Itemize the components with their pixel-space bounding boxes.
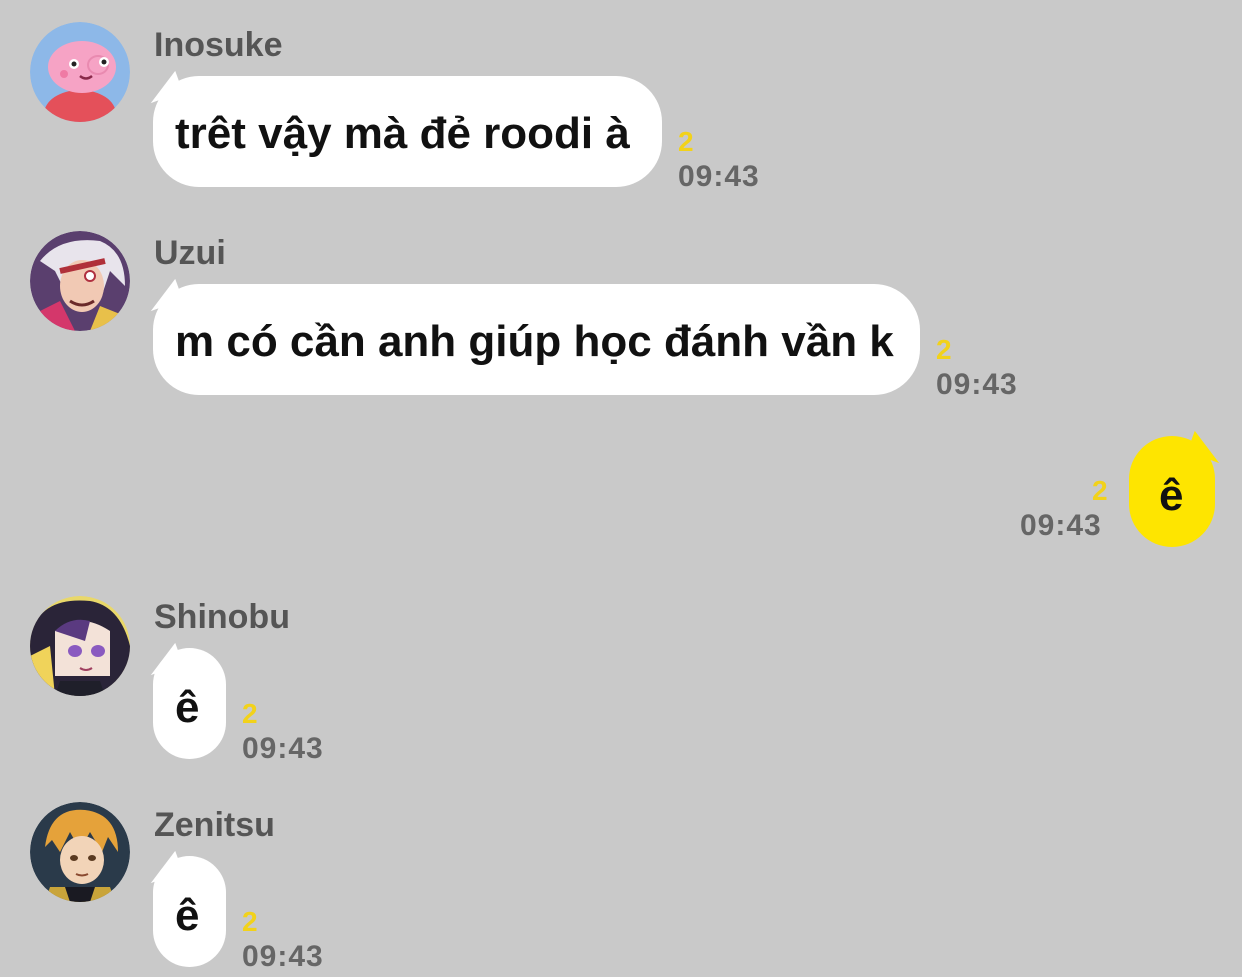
chat-room: Inosuke trêt vậy mà đẻ roodi à 2 09:43 U…: [0, 0, 1242, 977]
message-time: 09:43: [936, 368, 1018, 401]
shinobu-avatar-icon: [30, 596, 130, 696]
sender-name: Inosuke: [154, 26, 283, 64]
shinobu-avatar[interactable]: [30, 596, 130, 696]
unread-count: 2: [1092, 475, 1108, 506]
pig-avatar-icon: [30, 22, 130, 122]
zenitsu-avatar[interactable]: [30, 802, 130, 902]
message-text: m có cần anh giúp học đánh vần k: [175, 317, 894, 366]
message-text: trêt vậy mà đẻ roodi à: [175, 109, 630, 158]
unread-count: 2: [242, 698, 258, 729]
zenitsu-avatar-icon: [30, 802, 130, 902]
sender-name: Shinobu: [154, 598, 290, 636]
sender-name: Uzui: [154, 234, 226, 272]
message-time: 09:43: [678, 160, 760, 193]
message-text: ê: [175, 891, 200, 940]
uzui-avatar-icon: [30, 231, 130, 331]
message-text: ê: [1159, 471, 1184, 520]
message-text: ê: [175, 683, 200, 732]
message-bubble[interactable]: m có cần anh giúp học đánh vần k: [153, 284, 920, 395]
message-bubble[interactable]: trêt vậy mà đẻ roodi à: [153, 76, 662, 187]
unread-count: 2: [678, 126, 694, 157]
uzui-avatar[interactable]: [30, 231, 130, 331]
message-bubble[interactable]: ê: [153, 856, 226, 967]
unread-count: 2: [242, 906, 258, 937]
unread-count: 2: [936, 334, 952, 365]
sender-name: Zenitsu: [154, 806, 275, 844]
inosuke-avatar[interactable]: [30, 22, 130, 122]
message-time: 09:43: [1020, 509, 1102, 542]
message-bubble[interactable]: ê: [153, 648, 226, 759]
message-time: 09:43: [242, 940, 324, 973]
message-time: 09:43: [242, 732, 324, 765]
